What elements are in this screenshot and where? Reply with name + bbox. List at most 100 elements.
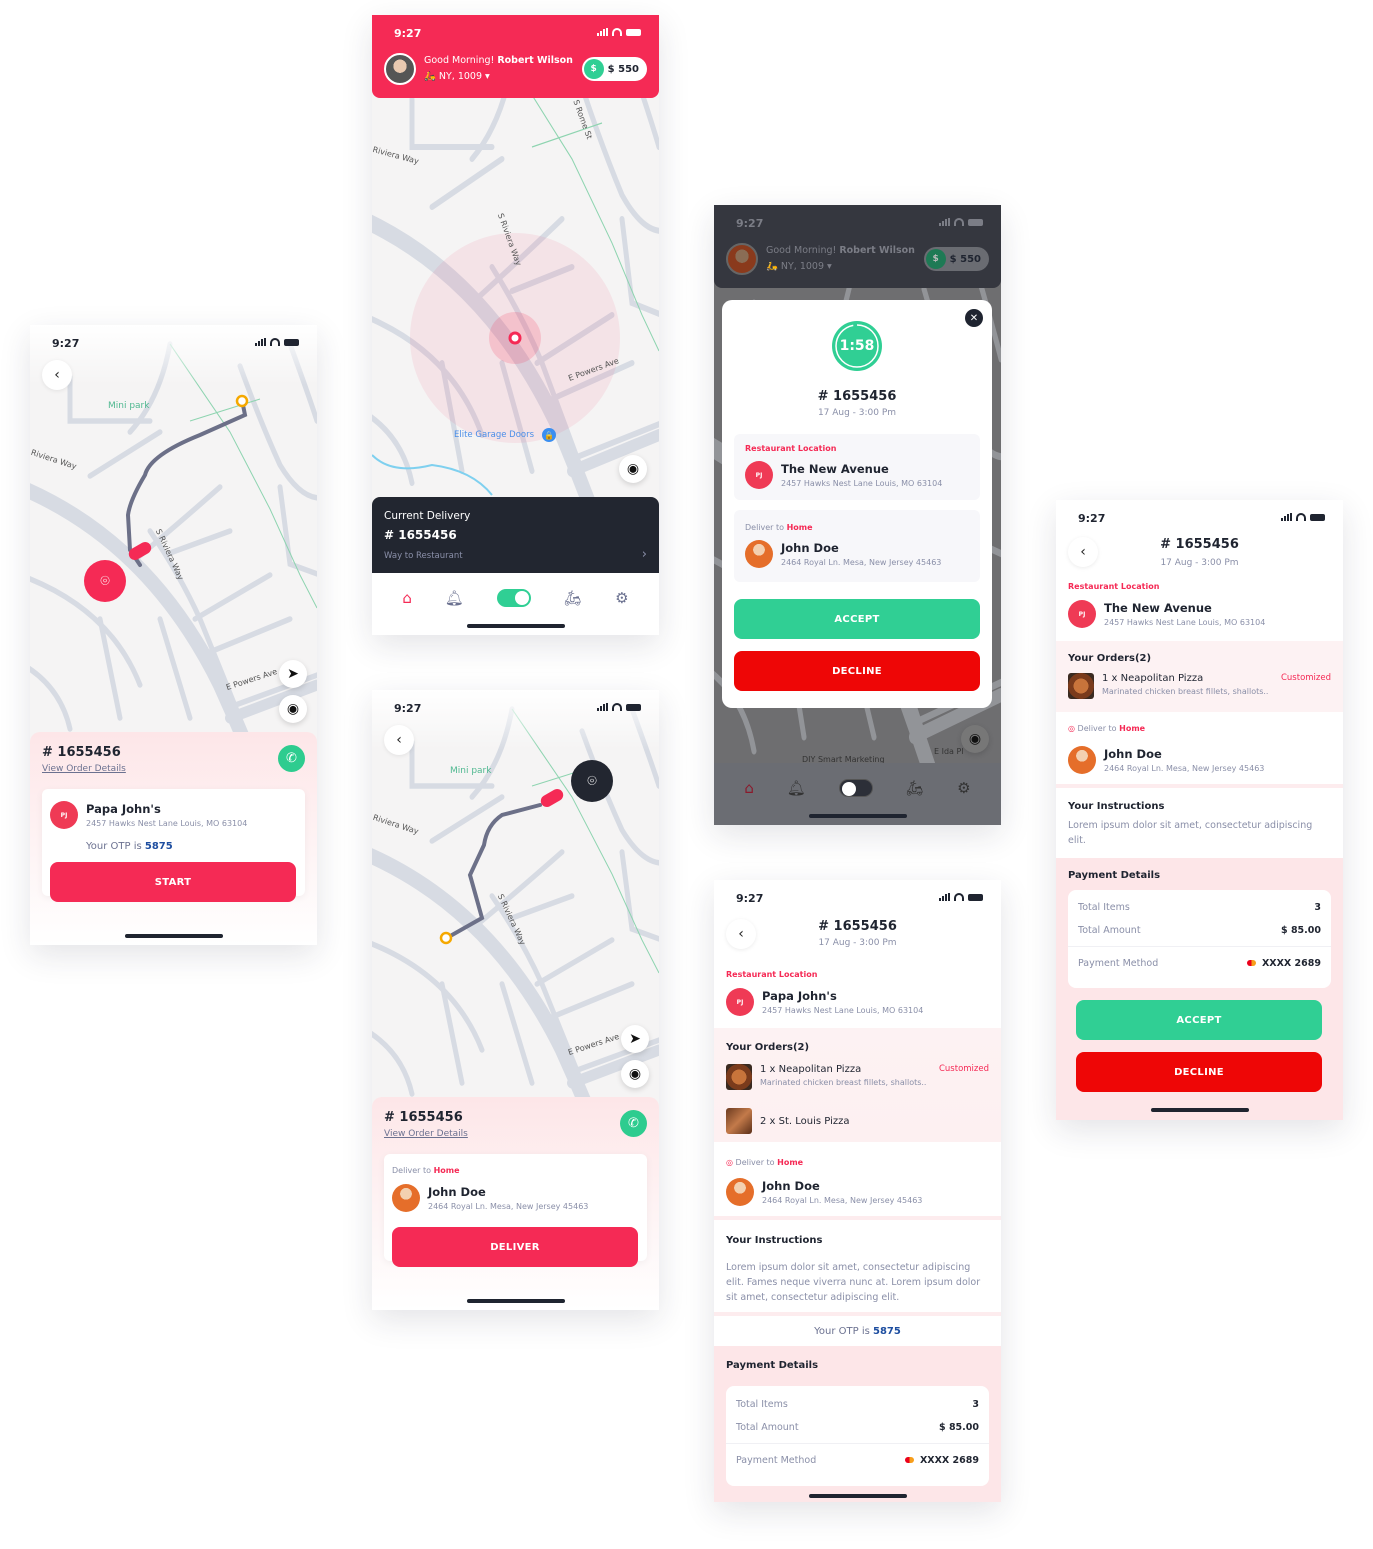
status-bar: 9:27	[372, 690, 659, 724]
greeting-text: Good Morning!	[424, 55, 495, 66]
nav-notifications[interactable]: 🔔︎	[445, 589, 464, 607]
otp-value: 5875	[873, 1326, 901, 1337]
signal-icon	[597, 28, 608, 36]
navigate-button[interactable]: ➤	[279, 660, 307, 688]
otp-text: Your OTP is 5875	[714, 1326, 1001, 1337]
bottom-nav: ⌂ 🔔︎ 🛵︎ ⚙	[372, 573, 659, 623]
otp-label: Your OTP is	[814, 1326, 870, 1337]
wallet-amount: $ 550	[607, 63, 639, 75]
navigate-button[interactable]: ➤	[621, 1025, 649, 1053]
app-header-dimmed: 9:27 Good Morning! Robert Wilson 🛵 NY, 1…	[714, 205, 1001, 288]
map-label-mini-park: Mini park	[108, 401, 150, 411]
status-time: 9:27	[52, 337, 80, 350]
location-selector[interactable]: 🛵 NY, 1009 ▾	[424, 71, 490, 82]
accept-button[interactable]: ACCEPT	[1076, 1000, 1322, 1040]
customer-section: ◎ Deliver to Home John Doe 2464 Royal Ln.…	[714, 1146, 1001, 1216]
close-button[interactable]: ✕	[965, 309, 983, 327]
order-sheet: # 1655456 View Order Details ✆ PJ Papa J…	[30, 732, 317, 945]
restaurant-logo: PJ	[50, 801, 78, 829]
scooter-icon: 🛵	[766, 261, 778, 272]
my-location-button[interactable]: ◉	[279, 695, 307, 723]
back-button[interactable]: ‹	[42, 360, 72, 390]
battery-icon	[626, 703, 641, 711]
payment-section: Payment Details Total Items 3 Total Amoun…	[1056, 858, 1343, 1120]
greeting: Good Morning! Robert Wilson	[424, 55, 573, 66]
battery-icon	[284, 338, 299, 346]
order-item: 1 x Neapolitan Pizza Customized Marinated …	[1068, 673, 1331, 699]
deliver-place: Home	[1119, 724, 1146, 733]
drop-location-pin[interactable]: ⌾	[571, 760, 613, 802]
call-button[interactable]: ✆	[278, 745, 305, 772]
decline-button[interactable]: DECLINE	[1076, 1052, 1322, 1092]
customer-address: 2464 Royal Ln. Mesa, New Jersey 45463	[762, 1196, 923, 1205]
order-datetime: 17 Aug - 3:00 Pm	[817, 408, 897, 418]
nav-deliveries[interactable]: 🛵︎	[563, 589, 582, 607]
decline-button[interactable]: DECLINE	[734, 651, 980, 691]
start-button[interactable]: START	[50, 862, 296, 902]
delivery-status: Way to Restaurant	[384, 551, 463, 561]
nav-settings[interactable]: ⚙	[615, 589, 628, 607]
map-view[interactable]: 9:27 ‹ Mini park Riviera Way S Riviera W…	[372, 690, 659, 1110]
customized-tag: Customized	[1280, 673, 1331, 683]
instructions-text: Lorem ipsum dolor sit amet, consectetur …	[726, 1262, 981, 1303]
signal-icon	[255, 338, 266, 346]
accept-button[interactable]: ACCEPT	[734, 599, 980, 639]
accept-order-screen: 9:27 ‹ # 1655456 17 Aug - 3:00 Pm Restau…	[1056, 500, 1343, 1120]
orders-section: Your Orders(2) 1 x Neapolitan Pizza Custo…	[714, 1028, 1001, 1142]
back-button[interactable]: ‹	[384, 725, 414, 755]
call-button[interactable]: ✆	[620, 1110, 647, 1137]
pickup-location-pin[interactable]: ⌾	[84, 560, 126, 602]
signal-icon	[939, 218, 950, 226]
customer-address: 2464 Royal Ln. Mesa, New Jersey 45463	[781, 558, 942, 567]
deliver-place: Home	[786, 523, 813, 532]
status-time: 9:27	[1078, 512, 1106, 525]
status-time: 9:27	[736, 217, 764, 230]
restaurant-name: Papa John's	[762, 989, 837, 1003]
nav-home: ⌂	[744, 779, 754, 797]
order-item: 1 x Neapolitan Pizza Customized Marinated …	[726, 1064, 989, 1090]
otp-value: 5875	[144, 841, 173, 852]
online-toggle[interactable]	[496, 589, 531, 607]
restaurant-name: Papa John's	[86, 802, 161, 816]
payment-method-value: XXXX 2689	[919, 1455, 979, 1466]
deliver-button[interactable]: DELIVER	[392, 1227, 638, 1267]
order-item-name: 1 x Neapolitan Pizza	[1102, 673, 1204, 684]
map-view[interactable]: Riviera Way S Riviera Way S Rome St E Po…	[372, 85, 659, 505]
user-name: Robert Wilson	[839, 245, 915, 256]
restaurant-address: 2457 Hawks Nest Lane Louis, MO 63104	[1104, 618, 1266, 627]
phone-icon: ✆	[286, 751, 297, 766]
restaurant-name: The New Avenue	[781, 462, 889, 476]
customer-avatar	[745, 540, 773, 568]
view-order-details-link[interactable]: View Order Details	[384, 1129, 468, 1139]
home-indicator	[1150, 1108, 1249, 1112]
payment-card: Total Items 3 Total Amount $ 85.00 Payment…	[1068, 890, 1331, 988]
avatar[interactable]	[384, 53, 416, 85]
scooter-icon: 🛵	[424, 71, 436, 82]
payment-title: Payment Details	[1068, 870, 1161, 881]
nav-home[interactable]: ⌂	[402, 589, 412, 607]
pickup-screen: 9:27 ‹ Mini park Riviera Way S Riviera W…	[30, 325, 317, 945]
wifi-icon	[612, 28, 622, 36]
current-delivery-card[interactable]: Current Delivery # 1655456 Way to Restau…	[372, 497, 659, 573]
customer-address: 2464 Royal Ln. Mesa, New Jersey 45463	[428, 1202, 589, 1211]
total-amount-label: Total Amount	[736, 1422, 799, 1433]
customized-tag: Customized	[938, 1064, 989, 1074]
wallet-badge[interactable]: $ $ 550	[581, 57, 647, 81]
my-location-button[interactable]: ◉	[619, 455, 647, 483]
my-location-button[interactable]: ◉	[621, 1060, 649, 1088]
view-order-details-link[interactable]: View Order Details	[42, 764, 126, 774]
map-label: E Ida Pl	[934, 747, 964, 756]
order-item-desc: Marinated chicken breast fillets, shallo…	[760, 1078, 927, 1087]
status-bar: 9:27	[714, 880, 1001, 914]
location-text: NY, 1009	[780, 261, 825, 272]
orders-title: Your Orders(2)	[1068, 653, 1152, 664]
total-items-label: Total Items	[1078, 902, 1130, 913]
signal-icon	[597, 703, 608, 711]
caret-down-icon: ▾	[485, 71, 490, 82]
total-amount-label: Total Amount	[1078, 925, 1141, 936]
map-view[interactable]: 9:27 ‹ Mini park Riviera Way S Riviera W…	[30, 325, 317, 745]
wifi-icon	[612, 703, 622, 711]
deliver-to-text: Deliver to	[745, 523, 785, 532]
status-time: 9:27	[736, 892, 764, 905]
status-bar: 9:27	[372, 15, 659, 49]
